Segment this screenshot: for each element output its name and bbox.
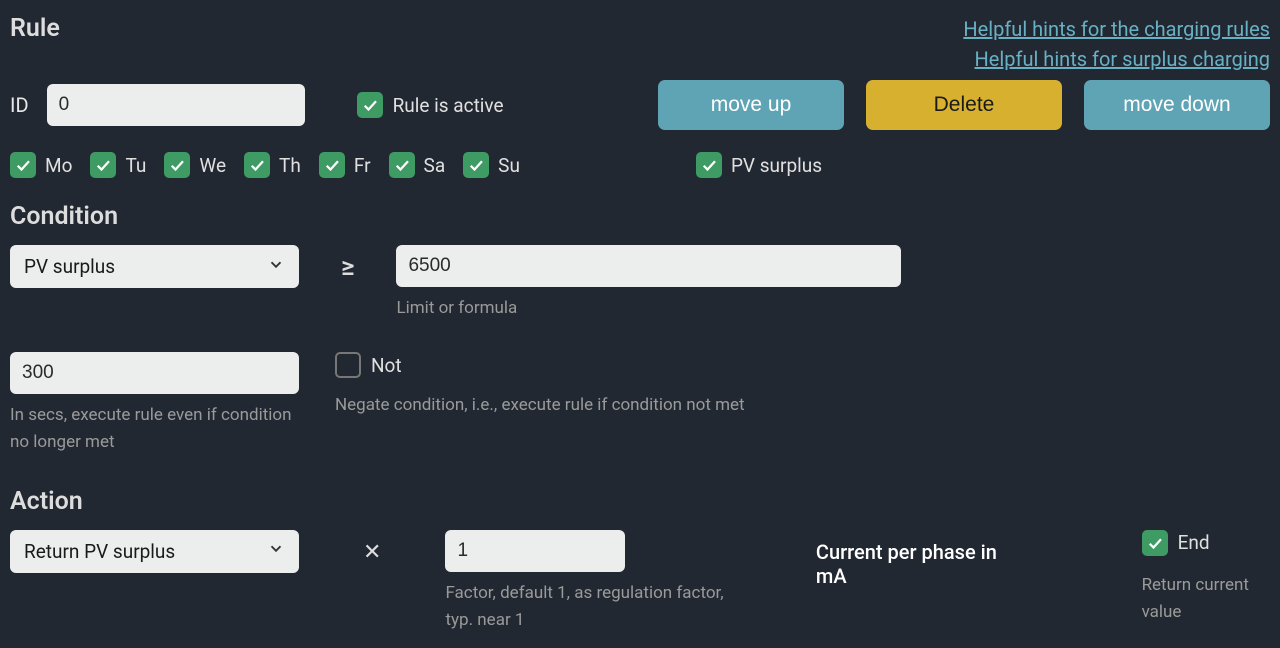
check-icon [319,152,345,178]
check-icon [463,152,489,178]
condition-limit-hint: Limit or formula [396,295,901,322]
end-checkbox[interactable]: End [1142,530,1270,556]
action-type-select[interactable]: Return PV surplus [10,530,299,573]
checkbox-empty-icon [335,352,361,378]
check-icon [90,152,116,178]
day-fr-checkbox[interactable]: Fr [319,152,371,178]
condition-type-select[interactable]: PV surplus [10,245,299,288]
check-icon [1142,530,1168,556]
move-down-button[interactable]: move down [1084,80,1270,130]
check-icon [696,152,722,178]
current-per-phase-label: Current per phase in mA [816,540,1000,588]
pv-surplus-checkbox[interactable]: PV surplus [696,152,822,178]
check-icon [10,152,36,178]
check-icon [244,152,270,178]
check-icon [389,152,415,178]
rule-active-checkbox[interactable]: Rule is active [357,92,504,118]
link-surplus-charging-hints[interactable]: Helpful hints for surplus charging [963,44,1270,74]
day-su-checkbox[interactable]: Su [463,152,520,178]
day-sa-checkbox[interactable]: Sa [389,152,446,178]
condition-seconds-input[interactable] [10,352,299,394]
multiply-icon: ✕ [363,540,381,565]
day-th-checkbox[interactable]: Th [244,152,301,178]
id-label: ID [10,93,29,117]
rule-active-label: Rule is active [393,94,504,117]
id-input[interactable] [47,84,305,126]
action-factor-hint: Factor, default 1, as regulation factor,… [445,580,751,634]
condition-heading: Condition [10,202,1270,231]
operator-symbol: ≥ [341,252,354,282]
end-hint: Return current value [1142,572,1270,626]
link-charging-rules-hints[interactable]: Helpful hints for the charging rules [963,14,1270,44]
not-hint: Negate condition, i.e., execute rule if … [335,392,745,419]
day-tu-checkbox[interactable]: Tu [90,152,146,178]
not-checkbox[interactable]: Not [335,352,745,378]
delete-button[interactable]: Delete [866,80,1062,130]
day-mo-checkbox[interactable]: Mo [10,152,72,178]
check-icon [357,92,383,118]
check-icon [164,152,190,178]
rule-heading: Rule [10,14,60,43]
condition-limit-input[interactable] [396,245,901,287]
move-up-button[interactable]: move up [658,80,844,130]
hints-block: Helpful hints for the charging rules Hel… [963,14,1270,74]
day-we-checkbox[interactable]: We [164,152,226,178]
condition-seconds-hint: In secs, execute rule even if condition … [10,402,299,456]
action-factor-input[interactable] [445,530,625,572]
action-heading: Action [10,487,1270,516]
